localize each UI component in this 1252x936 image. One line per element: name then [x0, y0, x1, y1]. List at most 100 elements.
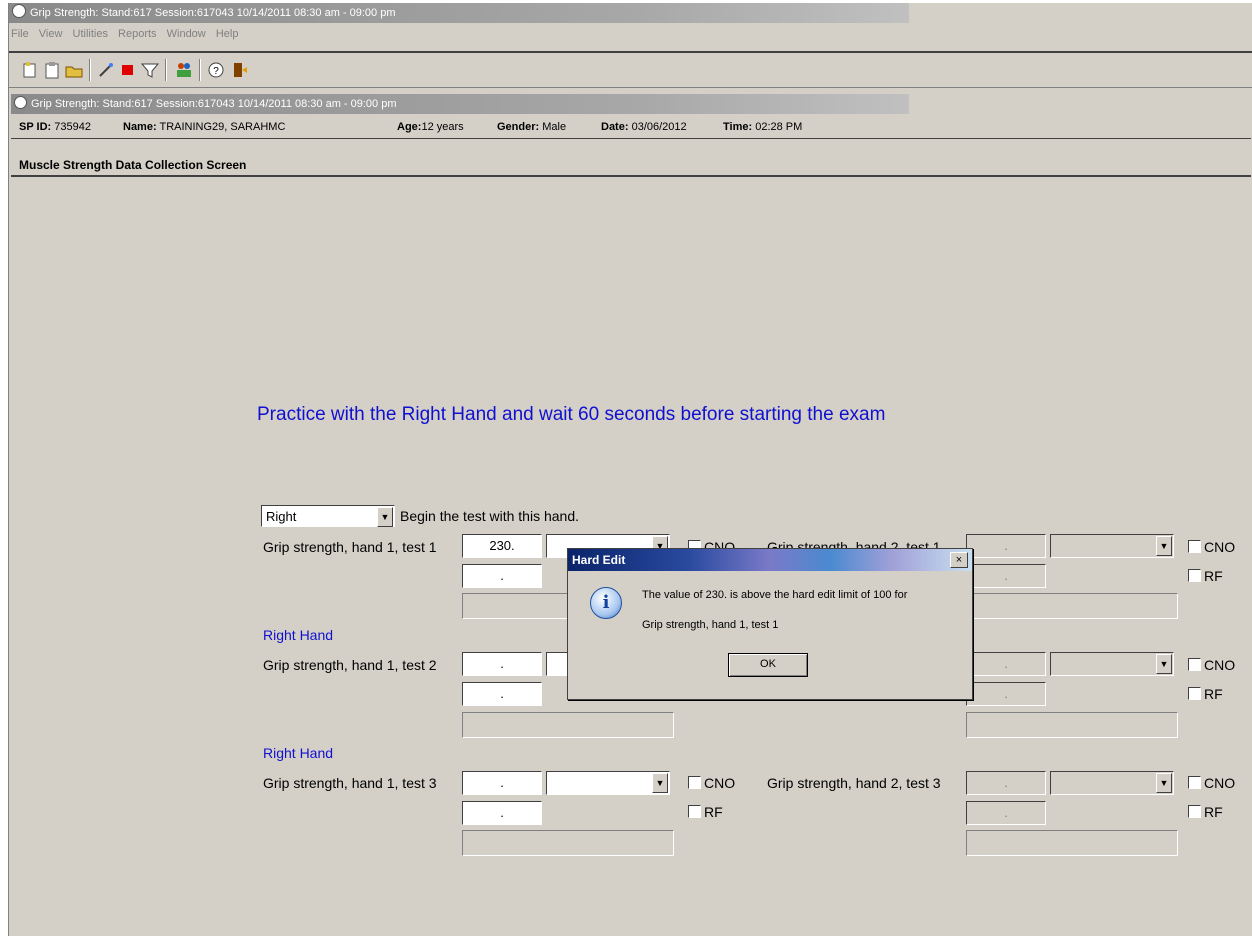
chevron-down-icon[interactable]: ▼: [377, 507, 393, 527]
name-value: TRAINING29, SARAHMC: [159, 121, 286, 133]
h1t3-comment-select[interactable]: ▼: [546, 771, 670, 795]
participant-info-bar: SP ID: 735942 Name: TRAINING29, SARAHMC …: [11, 116, 1251, 139]
instruction-text: Practice with the Right Hand and wait 60…: [257, 404, 886, 425]
cno-label: CNO: [1204, 657, 1236, 673]
h1t1-sub-input[interactable]: .: [462, 564, 542, 588]
h2t2-value-input[interactable]: .: [966, 652, 1046, 676]
cno-label: CNO: [1204, 539, 1236, 555]
close-icon[interactable]: ×: [950, 552, 968, 568]
h2t1-sub-input[interactable]: .: [966, 564, 1046, 588]
screen-title-text: Muscle Strength Data Collection Screen: [19, 158, 247, 172]
h2t1-value-input[interactable]: .: [966, 534, 1046, 558]
chevron-down-icon[interactable]: ▼: [1156, 536, 1172, 556]
age-value: 12 years: [421, 121, 464, 133]
name-label: Name:: [123, 121, 157, 133]
app-icon: [12, 4, 26, 18]
h2t3-label: Grip strength, hand 2, test 3: [767, 775, 941, 791]
h1t2-sub-input[interactable]: .: [462, 682, 542, 706]
dialog-message-line1: The value of 230. is above the hard edit…: [642, 589, 908, 601]
svg-text:?: ?: [213, 66, 219, 77]
start-hand-label: Begin the test with this hand.: [400, 508, 579, 524]
hand-label: Right Hand: [263, 745, 334, 761]
date-label: Date:: [601, 121, 629, 133]
h2t3-comment-select[interactable]: ▼: [1050, 771, 1174, 795]
h2t3-value-input[interactable]: .: [966, 771, 1046, 795]
h1t2-value-input[interactable]: .: [462, 652, 542, 676]
stop-icon[interactable]: [119, 61, 137, 79]
exit-icon[interactable]: [231, 61, 249, 79]
time-value: 02:28 PM: [755, 121, 803, 133]
h2t1-comment-select[interactable]: ▼: [1050, 534, 1174, 558]
h2t2-rf-checkbox[interactable]: RF: [1188, 686, 1223, 702]
dialog-title: Hard Edit: [572, 553, 626, 567]
dialog-message-line2: Grip strength, hand 1, test 1: [642, 619, 779, 631]
rf-label: RF: [704, 804, 723, 820]
app-icon: [14, 96, 27, 109]
people-icon[interactable]: [175, 61, 193, 79]
rf-label: RF: [1204, 804, 1223, 820]
inner-title-bar: Grip Strength: Stand:617 Session:617043 …: [11, 94, 909, 114]
gender-label: Gender:: [497, 121, 540, 133]
chevron-down-icon[interactable]: ▼: [652, 773, 668, 793]
time-label: Time:: [723, 121, 753, 133]
date-value: 03/06/2012: [631, 121, 687, 133]
h2t3-cno-checkbox[interactable]: CNO: [1188, 775, 1235, 791]
start-hand-select[interactable]: Right ▼: [261, 505, 395, 527]
menu-view[interactable]: View: [39, 28, 63, 40]
h1t2-note: [462, 712, 674, 738]
spid-value: 735942: [54, 121, 91, 133]
h2t2-note: [966, 712, 1178, 738]
clipboard-icon[interactable]: [43, 61, 61, 79]
h2t3-note: [966, 830, 1178, 856]
toolbar: ?: [9, 51, 1252, 88]
help-icon[interactable]: ?: [207, 61, 225, 79]
menu-utilities[interactable]: Utilities: [73, 28, 108, 40]
start-hand-value: Right: [266, 509, 297, 524]
rf-label: RF: [1204, 686, 1223, 702]
screen-title: Muscle Strength Data Collection Screen: [11, 155, 1251, 177]
h1t2-label: Grip strength, hand 1, test 2: [263, 657, 437, 673]
menu-bar: File View Utilities Reports Window Help: [9, 25, 1252, 43]
h1t3-note: [462, 830, 674, 856]
age-label: Age:: [397, 121, 422, 133]
h1t3-rf-checkbox[interactable]: RF: [688, 804, 723, 820]
dialog-title-bar: Hard Edit: [568, 549, 972, 571]
h2t2-sub-input[interactable]: .: [966, 682, 1046, 706]
info-icon: i: [590, 587, 622, 619]
ok-button[interactable]: OK: [728, 653, 808, 677]
filter-icon[interactable]: [140, 61, 160, 79]
chevron-down-icon[interactable]: ▼: [1156, 773, 1172, 793]
menu-reports[interactable]: Reports: [118, 28, 157, 40]
h1t3-cno-checkbox[interactable]: CNO: [688, 775, 735, 791]
h2t1-note: [966, 593, 1178, 619]
h1t3-value-input[interactable]: .: [462, 771, 542, 795]
menu-window[interactable]: Window: [167, 28, 206, 40]
window-title-bar: Grip Strength: Stand:617 Session:617043 …: [9, 3, 909, 23]
cno-label: CNO: [1204, 775, 1236, 791]
open-folder-icon[interactable]: [65, 61, 83, 79]
rf-label: RF: [1204, 568, 1223, 584]
h1t1-label: Grip strength, hand 1, test 1: [263, 539, 437, 555]
cno-label: CNO: [704, 775, 736, 791]
h1t3-sub-input[interactable]: .: [462, 801, 542, 825]
spid-label: SP ID:: [19, 121, 52, 133]
h2t3-rf-checkbox[interactable]: RF: [1188, 804, 1223, 820]
hand-label: Right Hand: [263, 627, 334, 643]
h2t1-cno-checkbox[interactable]: CNO: [1188, 539, 1235, 555]
h1t1-value-input[interactable]: 230.: [462, 534, 542, 558]
menu-help[interactable]: Help: [216, 28, 239, 40]
wand-icon[interactable]: [97, 61, 115, 79]
h1t3-label: Grip strength, hand 1, test 3: [263, 775, 437, 791]
chevron-down-icon[interactable]: ▼: [1156, 654, 1172, 674]
h2t2-comment-select[interactable]: ▼: [1050, 652, 1174, 676]
application-window: Grip Strength: Stand:617 Session:617043 …: [8, 3, 1252, 936]
gender-value: Male: [542, 121, 567, 133]
h2t3-sub-input[interactable]: .: [966, 801, 1046, 825]
h2t2-cno-checkbox[interactable]: CNO: [1188, 657, 1235, 673]
window-title: Grip Strength: Stand:617 Session:617043 …: [30, 7, 396, 19]
menu-file[interactable]: File: [11, 28, 29, 40]
inner-window-title: Grip Strength: Stand:617 Session:617043 …: [31, 98, 397, 110]
hard-edit-dialog: Hard Edit × i The value of 230. is above…: [567, 548, 973, 700]
h2t1-rf-checkbox[interactable]: RF: [1188, 568, 1223, 584]
new-icon[interactable]: [21, 61, 39, 79]
